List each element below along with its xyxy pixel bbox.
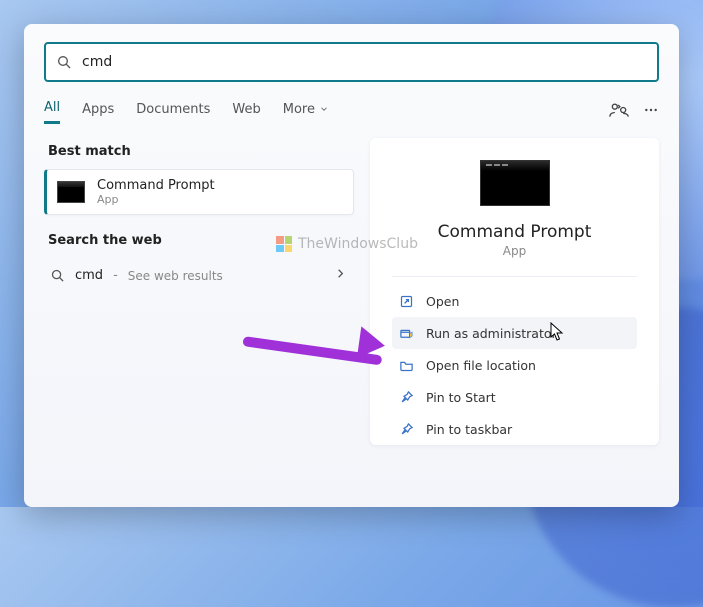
command-prompt-icon <box>480 160 550 206</box>
command-prompt-icon <box>57 181 85 203</box>
results-column: Best match Command Prompt App Search the… <box>44 138 354 445</box>
shield-admin-icon <box>398 325 414 341</box>
start-search-panel: All Apps Documents Web More Best match <box>24 24 679 507</box>
account-switch-icon[interactable] <box>609 102 629 122</box>
result-subtitle: App <box>97 193 215 206</box>
tab-documents[interactable]: Documents <box>136 100 210 124</box>
details-pane: Command Prompt App Open Run as administr… <box>370 138 659 445</box>
action-label: Open <box>426 294 459 309</box>
action-label: Open file location <box>426 358 536 373</box>
chevron-right-icon <box>333 266 348 285</box>
action-label: Pin to taskbar <box>426 422 512 437</box>
action-label: Pin to Start <box>426 390 496 405</box>
web-separator: - <box>113 268 118 283</box>
action-run-as-administrator[interactable]: Run as administrator <box>392 317 637 349</box>
pin-icon <box>398 421 414 437</box>
best-match-heading: Best match <box>48 144 354 159</box>
search-box[interactable] <box>44 42 659 82</box>
pin-icon <box>398 389 414 405</box>
details-subtitle: App <box>392 244 637 258</box>
search-web-heading: Search the web <box>48 233 354 248</box>
search-icon <box>56 54 72 70</box>
tab-apps[interactable]: Apps <box>82 100 114 124</box>
action-open[interactable]: Open <box>392 285 637 317</box>
folder-icon <box>398 357 414 373</box>
filter-tabs-row: All Apps Documents Web More <box>44 100 659 124</box>
action-pin-to-start[interactable]: Pin to Start <box>392 381 637 413</box>
details-actions: Open Run as administrator Open file loca… <box>392 285 637 445</box>
tab-web[interactable]: Web <box>232 100 260 124</box>
best-match-result[interactable]: Command Prompt App <box>44 169 354 215</box>
tab-more[interactable]: More <box>283 100 329 124</box>
action-label: Run as administrator <box>426 326 557 341</box>
action-open-file-location[interactable]: Open file location <box>392 349 637 381</box>
search-icon <box>50 268 65 283</box>
more-options-icon[interactable] <box>643 102 659 122</box>
result-title: Command Prompt <box>97 178 215 193</box>
chevron-down-icon <box>319 104 329 114</box>
search-input[interactable] <box>82 54 647 70</box>
web-term: cmd <box>75 268 103 283</box>
tab-more-label: More <box>283 102 315 117</box>
web-result-row[interactable]: cmd - See web results <box>44 258 354 293</box>
tab-all[interactable]: All <box>44 100 60 124</box>
divider <box>392 276 637 277</box>
filter-tabs: All Apps Documents Web More <box>44 100 329 124</box>
web-hint: See web results <box>128 269 223 283</box>
open-icon <box>398 293 414 309</box>
details-title: Command Prompt <box>392 222 637 242</box>
action-pin-to-taskbar[interactable]: Pin to taskbar <box>392 413 637 445</box>
